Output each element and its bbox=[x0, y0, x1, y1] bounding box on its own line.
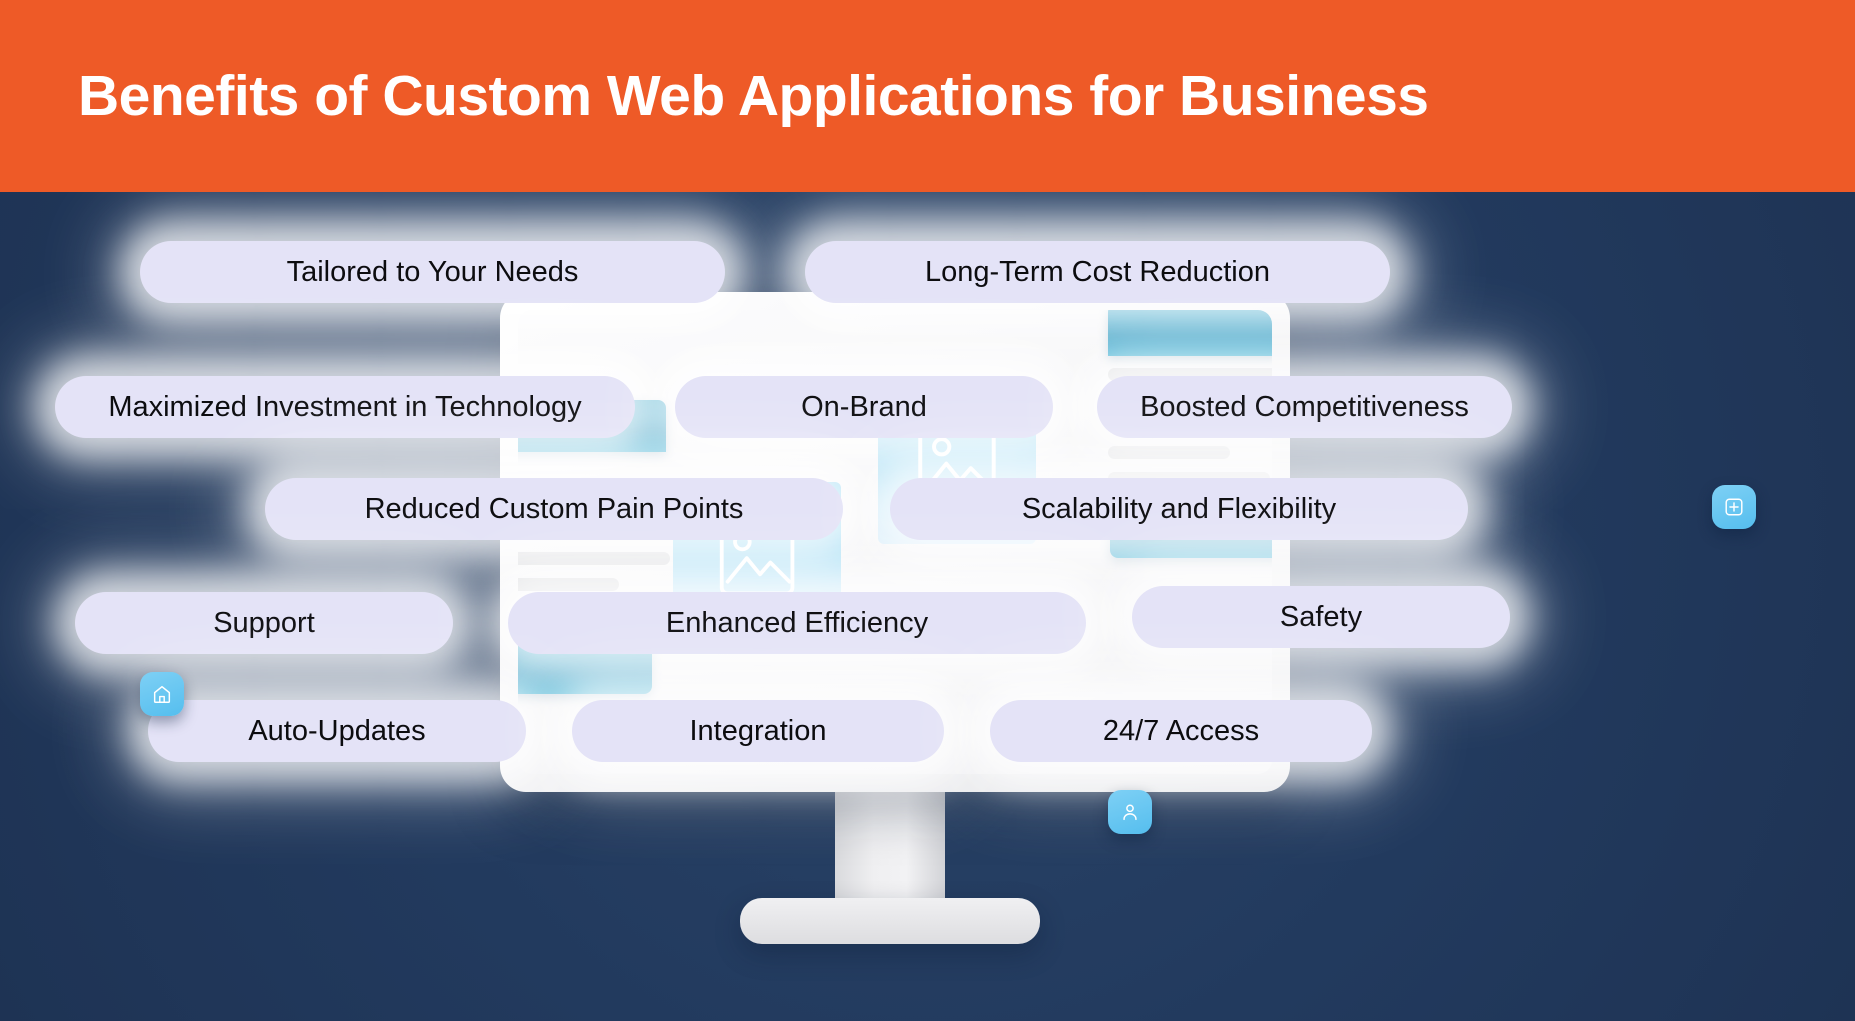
benefit-pill-label: Scalability and Flexibility bbox=[1021, 492, 1337, 525]
benefit-pill-safety[interactable]: Safety bbox=[1132, 586, 1510, 648]
benefit-pill-label: On-Brand bbox=[801, 390, 927, 423]
home-icon bbox=[151, 683, 173, 705]
page-title: Benefits of Custom Web Applications for … bbox=[78, 64, 1429, 128]
benefit-pill-label: Reduced Custom Pain Points bbox=[364, 492, 744, 525]
badge-add[interactable] bbox=[1712, 485, 1756, 529]
benefit-pill-maximized-investment-in-technology[interactable]: Maximized Investment in Technology bbox=[55, 376, 635, 438]
benefit-pill-label: Support bbox=[213, 606, 315, 639]
benefit-pill-label: Enhanced Efficiency bbox=[665, 606, 929, 639]
header-bar: Benefits of Custom Web Applications for … bbox=[0, 0, 1855, 192]
benefit-pill-label: Boosted Competitiveness bbox=[1140, 390, 1469, 423]
benefit-pill-24-7-access[interactable]: 24/7 Access bbox=[990, 700, 1372, 762]
monitor-neck bbox=[835, 790, 945, 902]
badge-home-1[interactable] bbox=[140, 672, 184, 716]
badge-user[interactable] bbox=[1108, 790, 1152, 834]
benefit-pill-reduced-custom-pain-points[interactable]: Reduced Custom Pain Points bbox=[265, 478, 843, 540]
content-area: Tailored to Your Needs Long-Term Cost Red… bbox=[0, 192, 1855, 1021]
benefit-pill-label: Integration bbox=[689, 714, 827, 747]
benefit-pill-on-brand[interactable]: On-Brand bbox=[675, 376, 1053, 438]
benefit-pill-tailored-to-your-needs[interactable]: Tailored to Your Needs bbox=[140, 241, 725, 303]
benefit-pill-auto-updates[interactable]: Auto-Updates bbox=[148, 700, 526, 762]
benefit-pill-long-term-cost-reduction[interactable]: Long-Term Cost Reduction bbox=[805, 241, 1390, 303]
benefit-pill-scalability-and-flexibility[interactable]: Scalability and Flexibility bbox=[890, 478, 1468, 540]
benefit-pill-label: 24/7 Access bbox=[1102, 714, 1260, 747]
benefit-pill-support[interactable]: Support bbox=[75, 592, 453, 654]
benefit-pill-integration[interactable]: Integration bbox=[572, 700, 944, 762]
benefit-pill-enhanced-efficiency[interactable]: Enhanced Efficiency bbox=[508, 592, 1086, 654]
benefit-pill-label: Maximized Investment in Technology bbox=[108, 390, 582, 423]
benefit-pill-label: Tailored to Your Needs bbox=[286, 255, 579, 288]
benefit-pill-boosted-competitiveness[interactable]: Boosted Competitiveness bbox=[1097, 376, 1512, 438]
infographic-root: Benefits of Custom Web Applications for … bbox=[0, 0, 1855, 1021]
monitor-base bbox=[740, 898, 1040, 944]
benefit-pill-label: Auto-Updates bbox=[248, 714, 426, 747]
benefit-pill-label: Safety bbox=[1279, 600, 1363, 633]
benefit-pill-label: Long-Term Cost Reduction bbox=[925, 255, 1270, 288]
add-square-icon bbox=[1723, 496, 1745, 518]
teal-card-header bbox=[1108, 310, 1272, 356]
user-icon bbox=[1119, 801, 1141, 823]
